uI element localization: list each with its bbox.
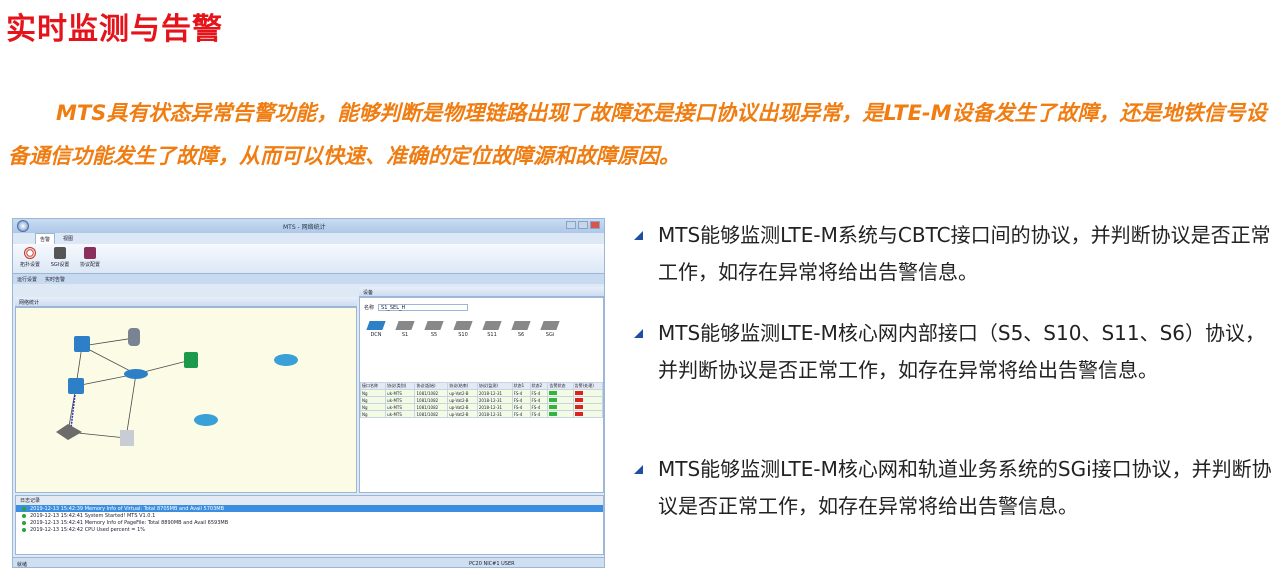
- network-switch-icon: [68, 378, 84, 394]
- status-alarm-badge: [574, 404, 583, 409]
- log-pane: 日志记录 2019-12-13 15:42:39 Memory Info of …: [15, 495, 604, 555]
- list-item: MTS能够监测LTE-M核心网和轨道业务系统的SGi接口协议，并判断协议是否正常…: [634, 451, 1279, 525]
- gateway-node[interactable]: [56, 424, 82, 440]
- network-switch-icon: [482, 321, 502, 330]
- database-icon: [128, 328, 140, 346]
- sub-tabs: 运行设置 实时告警: [13, 274, 604, 284]
- device-s5[interactable]: S5: [424, 321, 444, 338]
- status-dot-icon: [22, 520, 26, 525]
- device-s1[interactable]: S1: [395, 321, 415, 338]
- status-alarm-badge: [574, 411, 583, 416]
- mts-screenshot: MTS - 网络统计 告警 视图 拓扑设置 SGI设置 协议配置 运行设置 实时…: [12, 218, 605, 568]
- window-titlebar: MTS - 网络统计: [13, 219, 604, 233]
- tab-alarm[interactable]: 告警: [35, 233, 56, 244]
- topology-header: 网络统计: [15, 297, 357, 307]
- switch-node-4[interactable]: [194, 414, 218, 426]
- network-switch-icon: [453, 321, 473, 330]
- device-s10[interactable]: S10: [453, 321, 473, 338]
- network-switch-icon: [511, 321, 531, 330]
- status-alarm-badge: [574, 390, 583, 395]
- status-left: 就绪: [17, 562, 28, 568]
- log-header: 日志记录: [16, 496, 603, 505]
- network-switch-icon: [274, 354, 298, 366]
- switch-node-2[interactable]: [68, 378, 84, 394]
- device-s11[interactable]: S11: [482, 321, 502, 338]
- server-icon: [184, 352, 198, 368]
- window-title: MTS - 网络统计: [283, 224, 326, 231]
- server-node-gray[interactable]: [120, 430, 134, 446]
- status-bar: 就绪 PC20 NIC#1 USER: [13, 557, 604, 568]
- list-item: MTS能够监测LTE-M核心网内部接口（S5、S10、S11、S6）协议，并判断…: [634, 315, 1279, 389]
- log-row[interactable]: 2019-12-13 15:42:41 Memory Info of PageF…: [16, 519, 603, 526]
- router-node[interactable]: [124, 369, 148, 379]
- target-icon: [24, 247, 36, 259]
- tab-run-settings[interactable]: 运行设置: [17, 276, 37, 283]
- ribbon: 拓扑设置 SGI设置 协议配置: [13, 244, 604, 274]
- status-ok-badge: [549, 411, 558, 416]
- topology-settings-button[interactable]: 拓扑设置: [19, 247, 41, 270]
- device-dcn[interactable]: DCN: [366, 321, 386, 338]
- ribbon-tabs: 告警 视图: [13, 233, 604, 244]
- status-right: PC20 NIC#1 USER: [469, 561, 515, 567]
- log-row[interactable]: 2019-12-13 15:42:41 System Started! MTS …: [16, 512, 603, 519]
- interface-table-wrap: 接口名称 协议(类别) 协议(起始) 协议(结束) 协议(监测) 状态1 状态2…: [359, 382, 604, 418]
- server-node-green[interactable]: [184, 352, 198, 368]
- device-sgi[interactable]: SGi: [540, 321, 560, 338]
- device-pane: 名称 S1_SEL_H DCN S1 S5 S10 S11 S6 SGi 接口名…: [359, 297, 604, 493]
- status-dot-icon: [22, 506, 26, 511]
- network-switch-icon: [194, 414, 218, 426]
- topology-canvas[interactable]: [15, 307, 357, 493]
- log-row[interactable]: 2019-12-13 15:42:39 Memory Info of Virtu…: [16, 505, 603, 512]
- status-ok-badge: [549, 397, 558, 402]
- server-icon: [120, 430, 134, 446]
- close-button[interactable]: [590, 221, 600, 229]
- minimize-button[interactable]: [566, 221, 576, 229]
- camera-icon: [54, 247, 66, 259]
- sgi-settings-button[interactable]: SGI设置: [49, 247, 71, 270]
- router-icon: [56, 424, 82, 440]
- status-ok-badge: [549, 404, 558, 409]
- network-switch-icon: [366, 321, 386, 330]
- database-node[interactable]: [128, 328, 140, 346]
- table-row[interactable]: Ng uk-MTS 1081/1082 up-Vat2-B 2018-12-31…: [359, 396, 604, 404]
- interface-table: 接口名称 协议(类别) 协议(起始) 协议(结束) 协议(监测) 状态1 状态2…: [359, 382, 604, 418]
- table-row[interactable]: Ng uk-MTS 1081/1082 up-Vat2-B 2018-12-31…: [359, 403, 604, 411]
- log-row[interactable]: 2019-12-13 15:42:42 CPU Used percent = 1…: [16, 526, 603, 533]
- network-switch-icon: [395, 321, 415, 330]
- network-switch-icon: [424, 321, 444, 330]
- status-dot-icon: [22, 527, 26, 532]
- tab-realtime-alarm[interactable]: 实时告警: [45, 276, 65, 283]
- switch-node-3[interactable]: [274, 354, 298, 366]
- status-alarm-badge: [574, 397, 583, 402]
- status-dot-icon: [22, 513, 26, 518]
- table-row[interactable]: Ng uk-MTS 1081/1082 up-Vat2-B 2018-12-31…: [359, 410, 604, 418]
- page-title: 实时监测与告警: [6, 12, 223, 47]
- device-header: 设备: [359, 287, 604, 297]
- protocol-config-button[interactable]: 协议配置: [79, 247, 101, 270]
- device-icon-row: DCN S1 S5 S10 S11 S6 SGi: [360, 317, 603, 342]
- table-row[interactable]: Ng uk-MTS 1081/1082 up-Vat2-B 2018-12-31…: [359, 389, 604, 397]
- device-s6[interactable]: S6: [511, 321, 531, 338]
- triangle-bullet-icon: [634, 231, 643, 240]
- table-header-row: 接口名称 协议(类别) 协议(起始) 协议(结束) 协议(监测) 状态1 状态2…: [359, 382, 604, 390]
- switch-node-1[interactable]: [74, 336, 90, 352]
- triangle-bullet-icon: [634, 465, 643, 474]
- list-item: MTS能够监测LTE-M系统与CBTC接口间的协议，并判断协议是否正常工作，如存…: [634, 217, 1279, 291]
- network-switch-icon: [540, 321, 560, 330]
- topology-diagram: [56, 328, 298, 446]
- router-icon: [124, 369, 148, 379]
- network-switch-icon: [74, 336, 90, 352]
- triangle-bullet-icon: [634, 329, 643, 338]
- window-controls: [566, 221, 600, 229]
- maximize-button[interactable]: [578, 221, 588, 229]
- intro-paragraph: MTS具有状态异常告警功能，能够判断是物理链路出现了故障还是接口协议出现异常，是…: [8, 101, 1267, 168]
- status-ok-badge: [549, 390, 558, 395]
- tab-view[interactable]: 视图: [59, 233, 77, 244]
- app-orb-icon[interactable]: [17, 220, 29, 232]
- device-search-input[interactable]: S1_SEL_H: [378, 304, 469, 311]
- database-icon: [84, 247, 96, 259]
